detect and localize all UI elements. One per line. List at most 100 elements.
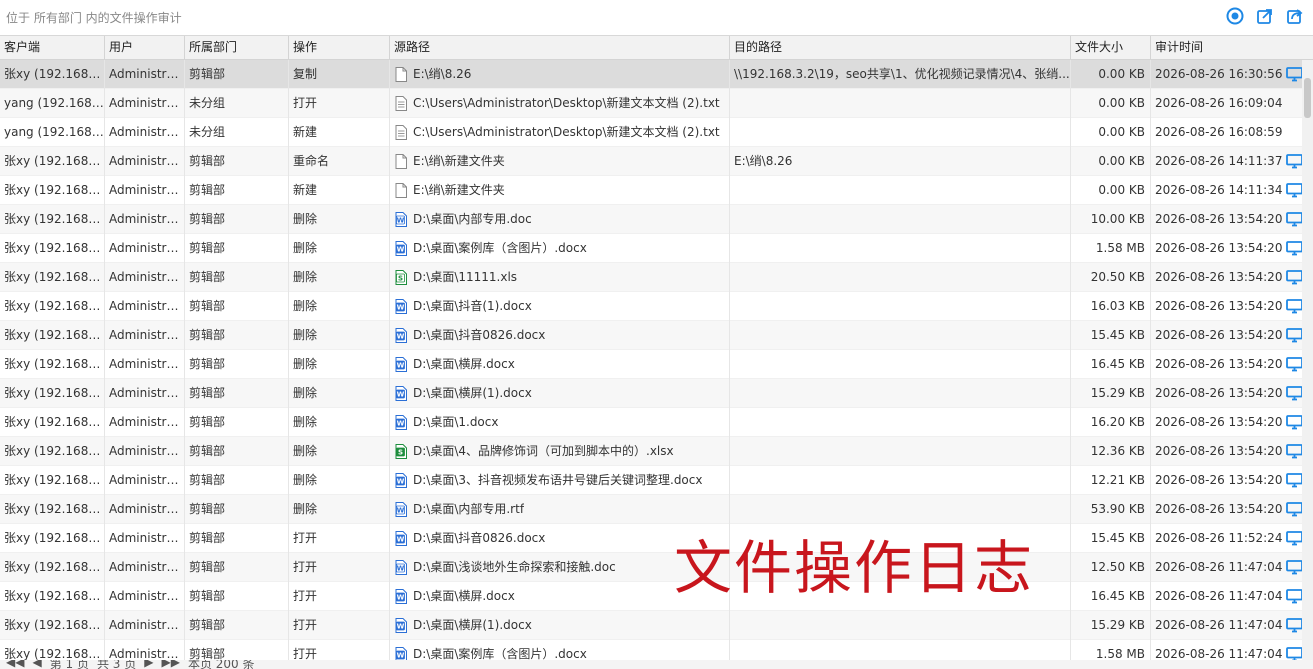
monitor-icon[interactable] [1286, 356, 1302, 372]
monitor-icon[interactable] [1286, 385, 1302, 401]
table-row[interactable]: 张xy (192.168.3... Administra... 剪辑部 新建 E:\绡\… [0, 175, 1302, 205]
time-text: 2026-08-26 11:47:04 [1155, 559, 1283, 574]
monitor-icon[interactable] [1286, 240, 1302, 256]
monitor-icon[interactable] [1286, 559, 1302, 575]
table-row[interactable]: 张xy (192.168.3... Administra... 剪辑部 删除 S D:\桌… [0, 262, 1302, 292]
client-cell: 张xy (192.168.3... [0, 349, 105, 379]
table-row[interactable]: 张xy (192.168.3... Administra... 剪辑部 打开 W D:\桌… [0, 581, 1302, 611]
source-path-text: D:\桌面\浅谈地外生命探索和接触.doc [413, 559, 616, 574]
dept-cell: 剪辑部 [185, 523, 289, 553]
table-row[interactable]: 张xy (192.168.3... Administra... 剪辑部 删除 S D:\桌… [0, 436, 1302, 466]
table-row[interactable]: 张xy (192.168.3... Administra... 剪辑部 打开 W D:\桌… [0, 610, 1302, 640]
scrollbar-thumb[interactable] [1304, 78, 1311, 118]
export-icon[interactable] [1255, 6, 1275, 26]
column-op[interactable]: 操作 [289, 36, 390, 60]
last-page-button[interactable]: ▶▶ [161, 660, 179, 669]
table-row[interactable]: 张xy (192.168.3... Administra... 剪辑部 删除 W D:\桌… [0, 465, 1302, 495]
size-cell: 16.45 KB [1071, 349, 1151, 379]
dest-path-cell [730, 639, 1071, 660]
monitor-icon[interactable] [1286, 298, 1302, 314]
monitor-icon[interactable] [1286, 617, 1302, 633]
dest-path-cell [730, 88, 1071, 118]
svg-text:S: S [397, 448, 402, 456]
source-path-cell: W D:\桌面\案例库（含图片）.docx [390, 233, 730, 263]
column-size[interactable]: 文件大小 [1071, 36, 1151, 60]
word-file-icon: W [394, 530, 407, 546]
first-page-button[interactable]: ◀◀ [6, 660, 24, 669]
table-row[interactable]: 张xy (192.168.3... Administra... 剪辑部 复制 E:\绡\… [0, 59, 1302, 89]
monitor-icon[interactable] [1286, 646, 1302, 660]
page-count: 本页 200 条 [187, 660, 255, 669]
column-user[interactable]: 用户 [105, 36, 185, 60]
source-path-cell: E:\绡\8.26 [390, 59, 730, 89]
prev-page-button[interactable]: ◀ [32, 660, 41, 669]
user-cell: Administra... [105, 523, 185, 553]
time-text: 2026-08-26 13:54:20 [1155, 385, 1283, 400]
monitor-icon[interactable] [1286, 414, 1302, 430]
table-row[interactable]: 张xy (192.168.3... Administra... 剪辑部 删除 W D:\桌… [0, 204, 1302, 234]
dest-path-cell [730, 378, 1071, 408]
dept-cell: 剪辑部 [185, 291, 289, 321]
time-text: 2026-08-26 13:54:20 [1155, 501, 1283, 516]
monitor-icon[interactable] [1286, 153, 1302, 169]
column-dept[interactable]: 所属部门 [185, 36, 289, 60]
column-dst[interactable]: 目的路径 [730, 36, 1071, 60]
table-row[interactable]: 张xy (192.168.3... Administra... 剪辑部 删除 W D:\桌… [0, 378, 1302, 408]
svg-text:W: W [396, 419, 404, 427]
client-cell: 张xy (192.168.3... [0, 523, 105, 553]
table-row[interactable]: 张xy (192.168.3... Administra... 剪辑部 删除 W D:\桌… [0, 407, 1302, 437]
monitor-icon[interactable] [1286, 327, 1302, 343]
monitor-icon[interactable] [1286, 269, 1302, 285]
word-file-icon: W [394, 385, 407, 401]
svg-text:W: W [396, 506, 404, 514]
table-row[interactable]: 张xy (192.168.3... Administra... 剪辑部 删除 W D:\桌… [0, 494, 1302, 524]
svg-text:W: W [396, 535, 404, 543]
table-row[interactable]: yang (192.168.... Administra... 未分组 新建 C:\Us… [0, 117, 1302, 147]
table-row[interactable]: 张xy (192.168.3... Administra... 剪辑部 删除 W D:\桌… [0, 291, 1302, 321]
source-path-text: D:\桌面\11111.xls [413, 269, 518, 284]
time-cell: 2026-08-26 13:54:20 [1151, 437, 1302, 466]
table-row[interactable]: 张xy (192.168.3... Administra... 剪辑部 重命名 E:\绡… [0, 146, 1302, 176]
monitor-icon[interactable] [1286, 530, 1302, 546]
column-time[interactable]: 审计时间 [1151, 36, 1313, 60]
dept-cell: 剪辑部 [185, 465, 289, 495]
operation-cell: 删除 [289, 349, 390, 379]
time-cell: 2026-08-26 13:54:20 [1151, 379, 1302, 408]
word-file-icon: W [394, 472, 407, 488]
operation-cell: 打开 [289, 639, 390, 660]
share-icon[interactable] [1285, 6, 1305, 26]
refresh-icon[interactable] [1225, 6, 1245, 26]
monitor-icon[interactable] [1286, 66, 1302, 82]
table-row[interactable]: 张xy (192.168.3... Administra... 剪辑部 打开 W D:\桌… [0, 639, 1302, 660]
top-bar: 位于 所有部门 内的文件操作审计 [0, 0, 1313, 35]
client-cell: 张xy (192.168.3... [0, 262, 105, 292]
monitor-icon[interactable] [1286, 443, 1302, 459]
size-cell: 10.00 KB [1071, 204, 1151, 234]
source-path-text: D:\桌面\1.docx [413, 414, 499, 429]
client-cell: 张xy (192.168.3... [0, 291, 105, 321]
user-cell: Administra... [105, 204, 185, 234]
vertical-scrollbar[interactable] [1302, 60, 1313, 660]
monitor-icon[interactable] [1286, 588, 1302, 604]
monitor-icon[interactable] [1286, 501, 1302, 517]
source-path-text: D:\桌面\内部专用.doc [413, 211, 532, 226]
dept-cell: 剪辑部 [185, 349, 289, 379]
client-cell: 张xy (192.168.3... [0, 233, 105, 263]
monitor-icon[interactable] [1286, 472, 1302, 488]
table-row[interactable]: 张xy (192.168.3... Administra... 剪辑部 删除 W D:\桌… [0, 349, 1302, 379]
table-row[interactable]: yang (192.168.... Administra... 未分组 打开 C:\Us… [0, 88, 1302, 118]
table-row[interactable]: 张xy (192.168.3... Administra... 剪辑部 删除 W D:\桌… [0, 233, 1302, 263]
monitor-icon[interactable] [1286, 211, 1302, 227]
word-file-icon: W [394, 617, 407, 633]
client-cell: yang (192.168.... [0, 117, 105, 147]
monitor-icon[interactable] [1286, 182, 1302, 198]
column-client[interactable]: 客户端 [0, 36, 105, 60]
table-row[interactable]: 张xy (192.168.3... Administra... 剪辑部 打开 W D:\桌… [0, 523, 1302, 553]
column-src[interactable]: 源路径 [390, 36, 730, 60]
dest-path-cell [730, 320, 1071, 350]
time-cell: 2026-08-26 13:54:20 [1151, 263, 1302, 292]
table-row[interactable]: 张xy (192.168.3... Administra... 剪辑部 打开 W D:\桌… [0, 552, 1302, 582]
table-row[interactable]: 张xy (192.168.3... Administra... 剪辑部 删除 W D:\桌… [0, 320, 1302, 350]
next-page-button[interactable]: ▶ [144, 660, 153, 669]
word-file-icon: W [394, 646, 407, 660]
